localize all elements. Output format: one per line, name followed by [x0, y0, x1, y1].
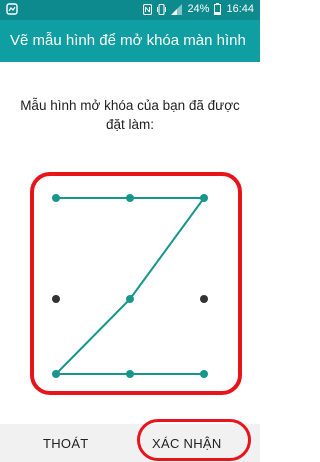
highlight-frame: [30, 172, 242, 395]
pattern-dot-7[interactable]: [52, 370, 60, 378]
unlock-pattern[interactable]: [0, 0, 260, 462]
pattern-dot-3[interactable]: [200, 194, 208, 202]
pattern-dot-9[interactable]: [200, 370, 208, 378]
pattern-path: [55, 197, 205, 375]
confirm-button[interactable]: XÁC NHẬN: [152, 436, 222, 451]
bottom-action-bar: THOÁT XÁC NHẬN: [0, 424, 260, 462]
pattern-dot-6[interactable]: [200, 295, 208, 303]
pattern-dot-5[interactable]: [126, 295, 134, 303]
pattern-dot-8[interactable]: [126, 370, 134, 378]
pattern-dot-4[interactable]: [52, 295, 60, 303]
pattern-dot-2[interactable]: [126, 194, 134, 202]
pattern-dot-1[interactable]: [52, 194, 60, 202]
exit-button[interactable]: THOÁT: [43, 436, 89, 451]
